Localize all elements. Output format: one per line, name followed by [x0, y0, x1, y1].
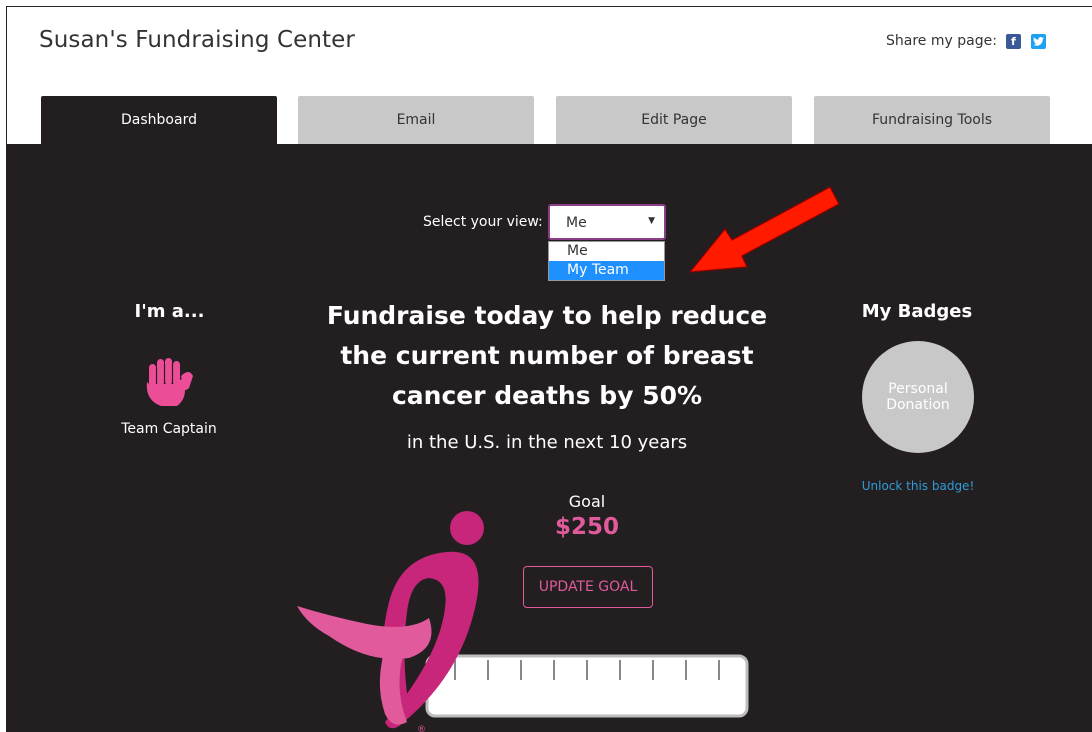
- facebook-icon[interactable]: f: [1005, 33, 1021, 49]
- view-option-my-team[interactable]: My Team: [549, 261, 664, 280]
- svg-text:®: ®: [417, 725, 426, 732]
- share-label: Share my page:: [886, 33, 997, 49]
- tab-edit-page[interactable]: Edit Page: [556, 96, 792, 144]
- personal-donation-badge: Personal Donation: [862, 341, 974, 453]
- annotation-arrow-icon: [688, 186, 840, 273]
- role-title: Team Captain: [121, 421, 217, 437]
- headline: Fundraise today to help reduce the curre…: [326, 301, 768, 410]
- site-title: Susan's Fundraising Center: [39, 27, 355, 53]
- share-bar: Share my page: f: [886, 33, 1046, 49]
- page-header: Susan's Fundraising Center Share my page…: [7, 7, 1092, 144]
- view-select-dropdown: Me My Team: [548, 241, 665, 281]
- view-select-label: Select your view:: [423, 214, 543, 230]
- high-five-hands-icon: [146, 358, 193, 406]
- pink-ribbon-progress-icon: ®: [297, 511, 749, 732]
- tab-email[interactable]: Email: [298, 96, 534, 144]
- badge-label: Personal Donation: [886, 381, 950, 413]
- dashboard-panel: Select your view: Me ▼ Me My Team I'm a.…: [7, 144, 1092, 732]
- view-select-value: Me: [566, 215, 587, 231]
- twitter-icon[interactable]: [1030, 33, 1046, 49]
- tab-dashboard[interactable]: Dashboard: [41, 96, 277, 144]
- app-frame: Susan's Fundraising Center Share my page…: [6, 6, 1092, 732]
- badges-title: My Badges: [861, 301, 973, 322]
- view-option-me[interactable]: Me: [549, 242, 664, 261]
- role-heading: I'm a...: [134, 301, 205, 322]
- tab-fundraising-tools[interactable]: Fundraising Tools: [814, 96, 1050, 144]
- unlock-badge-link[interactable]: Unlock this badge!: [847, 479, 989, 493]
- view-select[interactable]: Me ▼: [548, 204, 666, 240]
- chevron-down-icon: ▼: [648, 216, 655, 226]
- headline-sub: in the U.S. in the next 10 years: [406, 432, 688, 453]
